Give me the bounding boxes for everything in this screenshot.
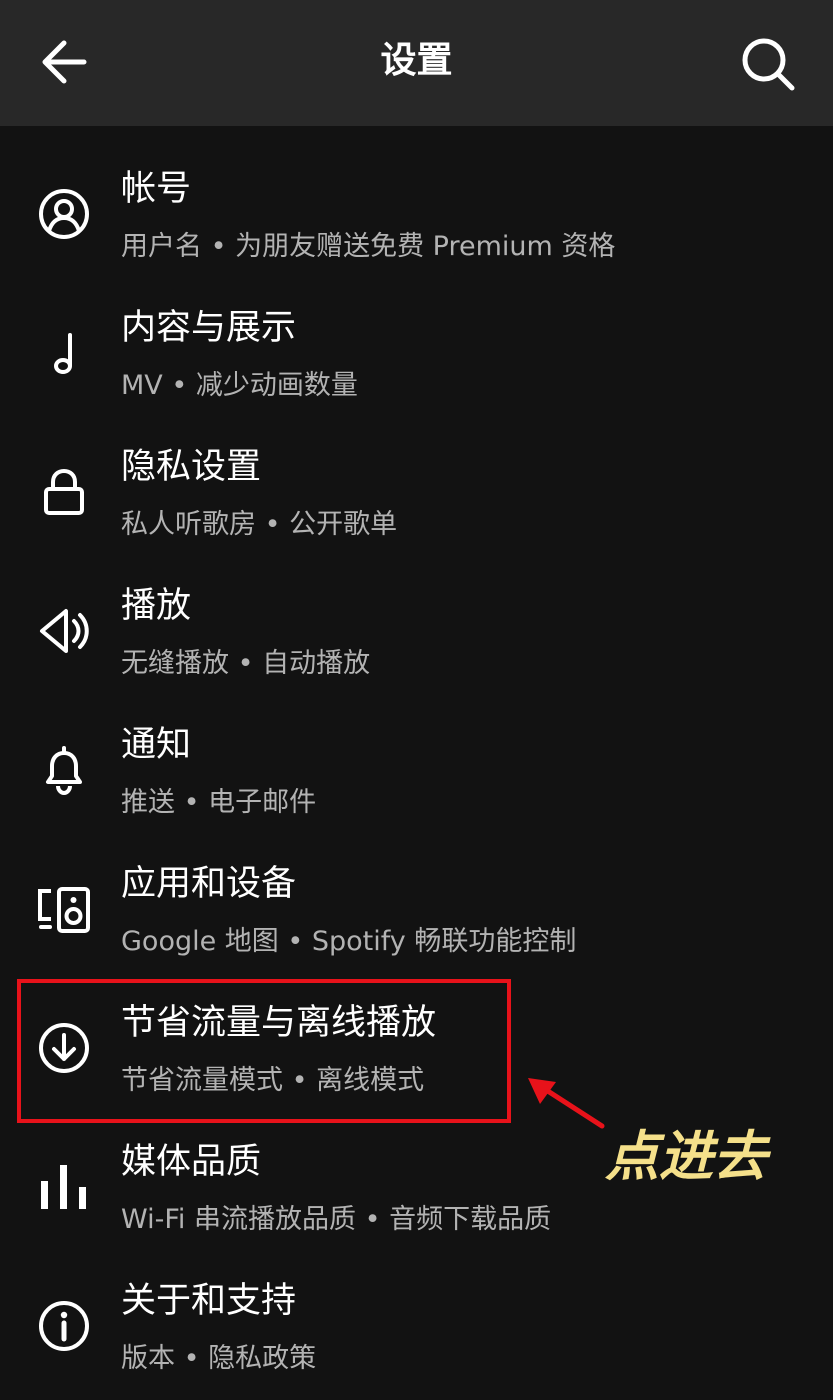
settings-item-notifications[interactable]: 通知 推送 • 电子邮件 <box>0 701 833 839</box>
settings-item-subtitle: Google 地图 • Spotify 畅联功能控制 <box>121 926 577 957</box>
devices-icon <box>36 881 92 937</box>
bars-icon <box>36 1159 92 1215</box>
settings-item-title: 隐私设置 <box>121 447 262 487</box>
settings-item-subtitle: 用户名 • 为朋友赠送免费 Premium 资格 <box>121 231 616 262</box>
settings-item-data-saver-offline[interactable]: 节省流量与离线播放 节省流量模式 • 离线模式 <box>0 979 833 1117</box>
settings-item-playback[interactable]: 播放 无缝播放 • 自动播放 <box>0 562 833 700</box>
settings-item-title: 播放 <box>121 586 192 626</box>
settings-item-subtitle: MV • 减少动画数量 <box>121 370 358 401</box>
search-button[interactable] <box>740 36 796 92</box>
settings-item-account[interactable]: 帐号 用户名 • 为朋友赠送免费 Premium 资格 <box>0 145 833 283</box>
settings-item-content-display[interactable]: 内容与展示 MV • 减少动画数量 <box>0 284 833 422</box>
annotation-text: 点进去 <box>605 1125 767 1188</box>
music-note-icon <box>36 325 92 381</box>
speaker-icon <box>36 603 92 659</box>
settings-item-subtitle: 节省流量模式 • 离线模式 <box>121 1065 425 1096</box>
lock-icon <box>36 464 92 520</box>
account-icon <box>36 186 92 242</box>
settings-item-apps-devices[interactable]: 应用和设备 Google 地图 • Spotify 畅联功能控制 <box>0 840 833 978</box>
info-icon <box>36 1298 92 1354</box>
settings-item-title: 节省流量与离线播放 <box>121 1003 437 1043</box>
page-title: 设置 <box>380 40 453 81</box>
settings-item-title: 关于和支持 <box>121 1281 297 1321</box>
arrow-annotation-icon <box>528 1078 605 1129</box>
bell-icon <box>36 742 92 798</box>
settings-item-subtitle: Wi-Fi 串流播放品质 • 音频下载品质 <box>121 1204 552 1235</box>
settings-item-subtitle: 推送 • 电子邮件 <box>121 787 317 818</box>
settings-item-subtitle: 版本 • 隐私政策 <box>121 1343 317 1374</box>
settings-item-title: 通知 <box>121 725 192 765</box>
settings-item-privacy[interactable]: 隐私设置 私人听歌房 • 公开歌单 <box>0 423 833 561</box>
settings-item-title: 内容与展示 <box>121 308 297 348</box>
settings-item-subtitle: 无缝播放 • 自动播放 <box>121 648 371 679</box>
top-bar: 设置 <box>0 0 833 126</box>
settings-item-title: 媒体品质 <box>121 1142 262 1182</box>
settings-item-subtitle: 私人听歌房 • 公开歌单 <box>121 509 398 540</box>
settings-item-title: 帐号 <box>121 169 192 209</box>
search-icon <box>742 38 795 91</box>
settings-item-about-support[interactable]: 关于和支持 版本 • 隐私政策 <box>0 1257 833 1395</box>
download-icon <box>36 1020 92 1076</box>
settings-item-title: 应用和设备 <box>121 864 297 904</box>
